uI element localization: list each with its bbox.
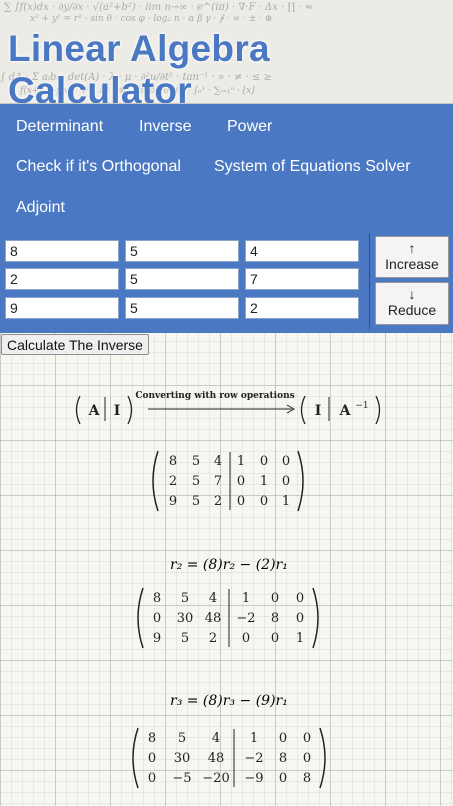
matrix-entry: 0 — [296, 611, 304, 626]
matrix-entry: 8 — [279, 751, 287, 766]
matrix-entry: 48 — [208, 751, 225, 766]
matrix-entry: 1 — [282, 494, 290, 509]
increase-label: Increase — [385, 256, 439, 272]
row-operation-label: r₃ = (8)r₃ − (9)r₁ — [170, 693, 288, 709]
matrix-entry: 0 — [279, 731, 287, 746]
intro-right-superscript: −1 — [355, 401, 368, 411]
matrix-entry: −5 — [172, 771, 191, 786]
header-banner: ∑ ∫f(x)dx · ∂y/∂x · √(a²+b²) · lim n→∞ ·… — [0, 0, 453, 104]
matrix-cell-r2c1[interactable] — [5, 268, 119, 290]
intro-diagram: A I Converting with row operations I A −… — [75, 391, 381, 425]
matrix-input-panel: ↑ Increase ↓ Reduce — [0, 229, 453, 333]
matrix-cell-r3c2[interactable] — [125, 297, 239, 319]
matrix-entry: 8 — [153, 591, 161, 606]
augmented-matrix-step-2: 8 5 4 0 30 48 0 −5 −20 1 0 0 −2 8 0 −9 0… — [132, 727, 326, 789]
matrix-entry: 8 — [169, 454, 177, 469]
arrow-down-icon: ↓ — [408, 286, 416, 302]
matrix-cell-r1c2[interactable] — [125, 240, 239, 262]
matrix-entry: 0 — [296, 591, 304, 606]
matrix-entry: 8 — [148, 731, 156, 746]
matrix-entry: 30 — [177, 611, 194, 626]
matrix-entry: 0 — [303, 751, 311, 766]
matrix-entry: 0 — [282, 454, 290, 469]
matrix-entry: 5 — [181, 631, 189, 646]
matrix-entry: −2 — [244, 751, 263, 766]
row-operation-label: r₂ = (8)r₂ − (2)r₁ — [170, 557, 288, 573]
matrix-entry: 4 — [209, 591, 217, 606]
matrix-entry: 30 — [174, 751, 191, 766]
matrix-cell-r1c1[interactable] — [5, 240, 119, 262]
intro-right-identity: I — [315, 403, 322, 419]
matrix-entry: 4 — [212, 731, 220, 746]
nav-adjoint[interactable]: Adjoint — [16, 199, 65, 217]
matrix-cell-r2c3[interactable] — [245, 268, 359, 290]
matrix-entry: 0 — [237, 474, 245, 489]
nav-determinant[interactable]: Determinant — [16, 118, 103, 136]
matrix-entry: 0 — [242, 631, 250, 646]
matrix-entry: 0 — [148, 771, 156, 786]
matrix-cell-r3c3[interactable] — [245, 297, 359, 319]
matrix-entry: 8 — [271, 611, 279, 626]
intro-left-matrix: A — [88, 403, 101, 419]
matrix-entry: 0 — [271, 631, 279, 646]
matrix-entry: −20 — [202, 771, 229, 786]
matrix-entry: 0 — [303, 731, 311, 746]
matrix-entry: −2 — [236, 611, 255, 626]
reduce-label: Reduce — [387, 302, 437, 318]
matrix-entry: 1 — [242, 591, 250, 606]
nav-system-solver[interactable]: System of Equations Solver — [214, 158, 411, 176]
arrow-caption: Converting with row operations — [135, 391, 294, 401]
matrix-entry: 1 — [260, 474, 268, 489]
nav-orthogonal-check[interactable]: Check if it's Orthogonal — [16, 158, 181, 176]
matrix-entry: 5 — [192, 454, 200, 469]
matrix-entry: 5 — [192, 494, 200, 509]
matrix-entry: 1 — [296, 631, 304, 646]
matrix-cell-r2c2[interactable] — [125, 268, 239, 290]
augmented-matrix-step-1: 8 5 4 0 30 48 9 5 2 1 0 0 −2 8 0 0 0 1 — [137, 587, 319, 649]
nav-inverse[interactable]: Inverse — [139, 118, 191, 136]
panel-divider — [369, 233, 370, 329]
matrix-entry: 5 — [178, 731, 186, 746]
matrix-entry: 7 — [214, 474, 222, 489]
intro-right-matrix: A — [339, 403, 352, 419]
matrix-entry: 0 — [279, 771, 287, 786]
main-nav: Determinant Inverse Power Check if it's … — [0, 104, 453, 229]
matrix-entry: 0 — [237, 494, 245, 509]
matrix-entry: 1 — [250, 731, 258, 746]
matrix-entry: 0 — [282, 474, 290, 489]
page-title: Linear Algebra Calculator — [8, 28, 270, 104]
matrix-entry: 2 — [169, 474, 177, 489]
matrix-entry: 0 — [148, 751, 156, 766]
matrix-entry: 0 — [153, 611, 161, 626]
arrow-up-icon: ↑ — [408, 240, 416, 256]
matrix-entry: 9 — [169, 494, 177, 509]
nav-power[interactable]: Power — [227, 118, 272, 136]
matrix-entry: 1 — [237, 454, 245, 469]
matrix-entry: 2 — [214, 494, 222, 509]
matrix-entry: 4 — [214, 454, 222, 469]
banner-texture: x² + y² = r² · sin θ · cos φ · log₂ n · … — [30, 14, 273, 24]
calculate-inverse-button[interactable]: Calculate The Inverse — [1, 334, 149, 355]
matrix-entry: 9 — [153, 631, 161, 646]
augmented-matrix-step-0: 8 5 4 2 5 7 9 5 2 1 0 0 0 1 0 0 0 1 — [152, 450, 304, 512]
matrix-entry: 48 — [205, 611, 222, 626]
matrix-entry: 5 — [192, 474, 200, 489]
increase-size-button[interactable]: ↑ Increase — [375, 236, 449, 278]
matrix-entry: 5 — [181, 591, 189, 606]
matrix-entry: 0 — [260, 454, 268, 469]
banner-texture: ∑ ∫f(x)dx · ∂y/∂x · √(a²+b²) · lim n→∞ ·… — [4, 2, 314, 13]
matrix-cell-r1c3[interactable] — [245, 240, 359, 262]
matrix-entry: 0 — [271, 591, 279, 606]
intro-left-identity: I — [114, 403, 121, 419]
matrix-entry: 2 — [209, 631, 217, 646]
matrix-entry: −9 — [244, 771, 263, 786]
matrix-cell-r3c1[interactable] — [5, 297, 119, 319]
matrix-entry: 0 — [260, 494, 268, 509]
matrix-entry: 8 — [303, 771, 311, 786]
reduce-size-button[interactable]: ↓ Reduce — [375, 282, 449, 325]
